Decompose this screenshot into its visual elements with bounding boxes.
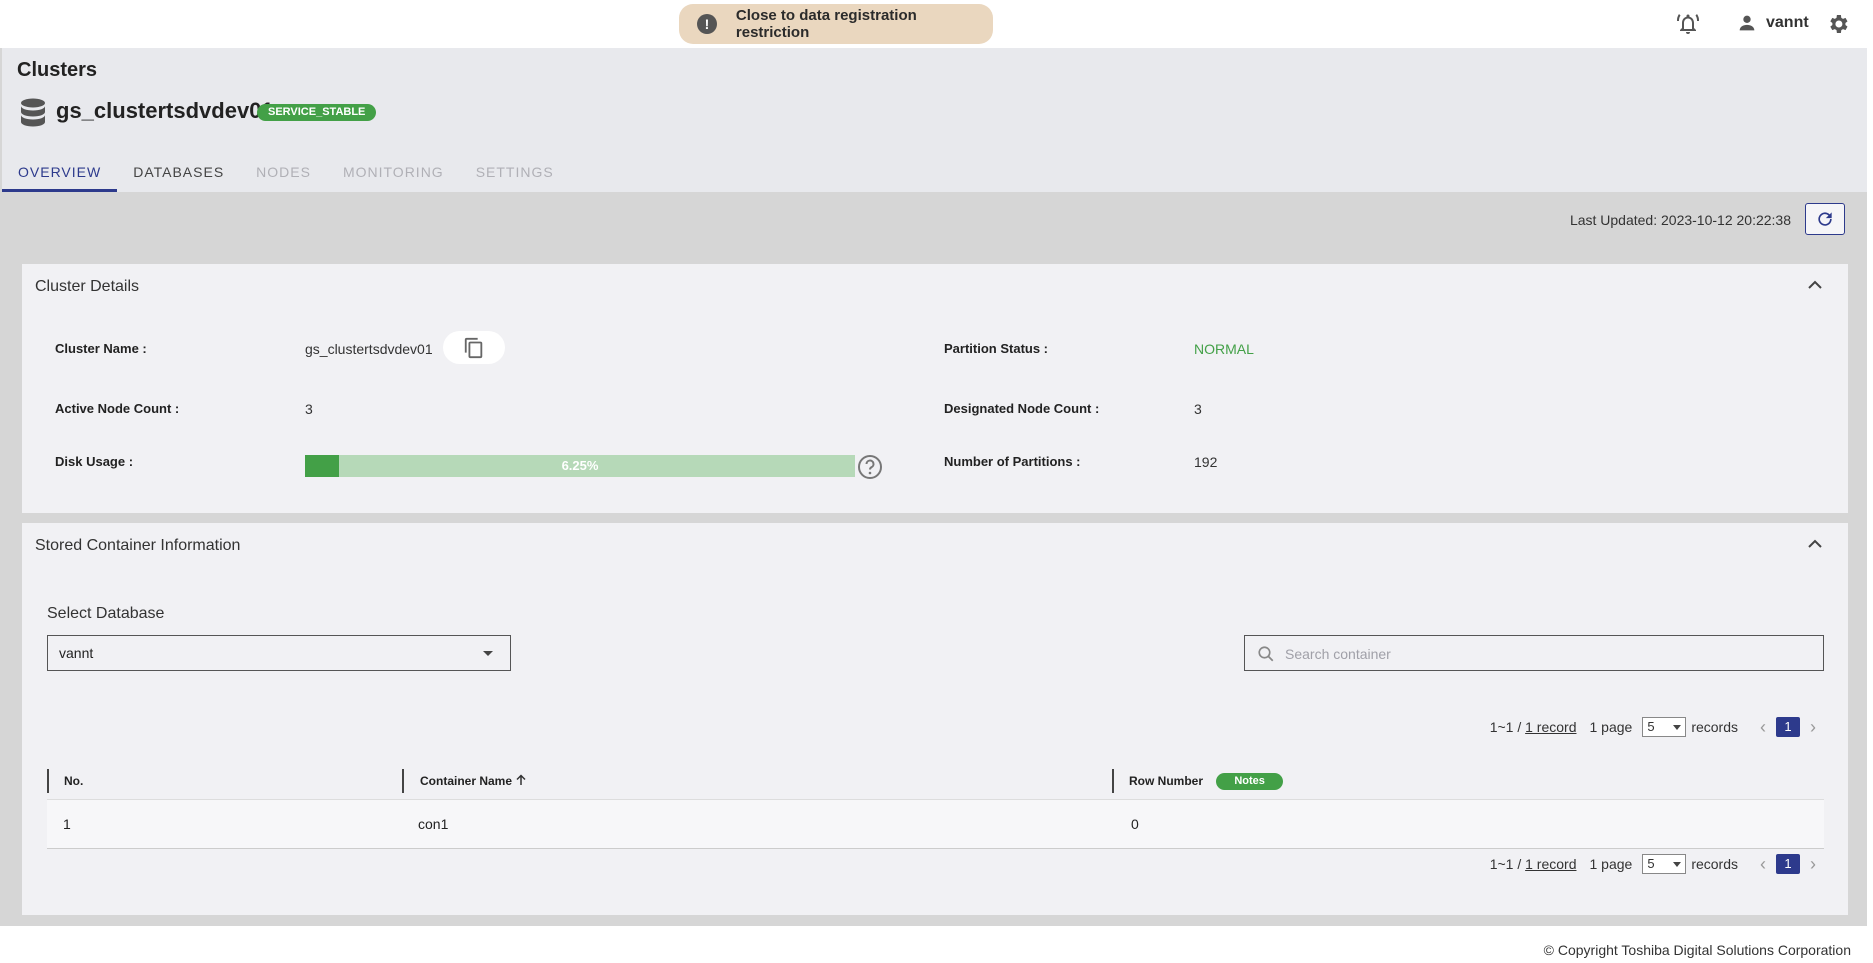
card-title: Cluster Details [35, 278, 140, 295]
help-icon[interactable] [857, 454, 883, 480]
cluster-name: gs_clustertsdvdev01 [56, 98, 274, 123]
tab-overview[interactable]: OVERVIEW [2, 152, 118, 192]
cell-row-number: 0 [1131, 816, 1139, 832]
chevron-up-icon[interactable] [1808, 280, 1822, 290]
search-container-input[interactable] [1283, 636, 1807, 672]
partitions-label: Number of Partitions : [944, 454, 1081, 469]
database-select-value: vannt [59, 645, 94, 661]
top-bar: ! Close to data registration restriction… [0, 0, 1873, 48]
column-divider [47, 769, 49, 793]
designated-node-count-value: 3 [1194, 401, 1202, 417]
column-divider[interactable] [402, 769, 404, 793]
chevron-left-icon[interactable]: ‹ [1760, 717, 1766, 738]
cluster-header: Clusters gs_clustertsdvdev01 SERVICE_STA… [0, 48, 1867, 192]
pager-range: 1~1 / [1489, 856, 1522, 872]
disk-usage-bar: 6.25% [305, 455, 855, 477]
cell-container-name[interactable]: con1 [418, 800, 448, 848]
active-node-count-label: Active Node Count : [55, 401, 180, 416]
caret-down-icon [483, 651, 493, 656]
copyright-text: © Copyright Toshiba Digital Solutions Co… [1543, 942, 1851, 958]
alert-text: Close to data registration restriction [735, 7, 917, 41]
page-number-button[interactable]: 1 [1776, 717, 1800, 737]
copy-icon [464, 337, 483, 358]
restriction-alert[interactable]: ! Close to data registration restriction [679, 4, 993, 44]
refresh-icon [1818, 212, 1832, 226]
tab-nodes[interactable]: NODES [240, 152, 327, 192]
footer: © Copyright Toshiba Digital Solutions Co… [0, 926, 1873, 963]
tab-databases[interactable]: DATABASES [117, 152, 240, 192]
database-icon [21, 98, 45, 127]
page-title: Clusters [17, 59, 98, 81]
search-icon [1258, 646, 1274, 662]
caret-down-icon [1673, 862, 1682, 867]
database-select[interactable]: vannt [47, 635, 511, 671]
pager-pages: 1 page [1589, 856, 1633, 872]
records-link[interactable]: 1 record [1525, 719, 1576, 735]
alert-exclamation-icon: ! [697, 14, 717, 34]
tab-monitoring[interactable]: MONITORING [327, 152, 460, 192]
pager-range: 1~1 / [1489, 719, 1522, 735]
main-content: Last Updated: 2023-10-12 20:22:38 Cluste… [0, 192, 1867, 926]
chevron-right-icon[interactable]: › [1810, 717, 1816, 738]
select-database-label: Select Database [47, 605, 165, 622]
card-title: Stored Container Information [35, 537, 241, 554]
notes-badge[interactable]: Notes [1216, 773, 1283, 791]
pager-pages: 1 page [1589, 719, 1633, 735]
partition-status-value: NORMAL [1194, 341, 1254, 357]
page-size-value: 5 [1647, 856, 1655, 871]
caret-down-icon [1673, 725, 1682, 730]
refresh-button[interactable] [1805, 203, 1845, 235]
copy-button[interactable] [443, 331, 505, 364]
chevron-left-icon[interactable]: ‹ [1760, 854, 1766, 875]
page-size-select[interactable]: 5 [1642, 854, 1687, 874]
user-name: vannt [1766, 14, 1809, 31]
page-size-select[interactable]: 5 [1642, 717, 1687, 737]
table-header: No. Container Name Row Number Notes [47, 763, 1824, 799]
pager-records-word: records [1691, 856, 1738, 872]
designated-node-count-label: Designated Node Count : [944, 401, 1100, 416]
sort-ascending-icon[interactable] [515, 774, 527, 786]
search-container-box[interactable] [1244, 635, 1824, 672]
column-container-name[interactable]: Container Name [420, 763, 527, 799]
user-menu[interactable]: vannt [1736, 12, 1809, 34]
column-no[interactable]: No. [64, 763, 83, 799]
page-number-button[interactable]: 1 [1776, 854, 1800, 874]
page-size-value: 5 [1647, 719, 1655, 734]
pagination-bottom: 1~1 / 1 record 1 page 5 records ‹ 1 › [1490, 853, 1826, 875]
container-table: No. Container Name Row Number Notes 1 co… [47, 763, 1824, 849]
tab-bar: OVERVIEW DATABASES NODES MONITORING SETT… [2, 152, 570, 192]
partitions-value: 192 [1194, 454, 1218, 470]
chevron-right-icon[interactable]: › [1810, 854, 1816, 875]
cluster-name-label: Cluster Name : [55, 341, 147, 356]
notification-bell-icon[interactable] [1676, 12, 1700, 36]
cluster-details-card: Cluster Details Cluster Name : gs_cluste… [22, 264, 1848, 513]
user-icon [1739, 15, 1755, 31]
chevron-up-icon[interactable] [1808, 539, 1822, 549]
partition-status-label: Partition Status : [944, 341, 1049, 356]
table-row[interactable]: 1 con1 0 [47, 799, 1824, 849]
column-row-number-label: Row Number [1129, 774, 1204, 788]
pager-records-word: records [1691, 719, 1738, 735]
status-badge: SERVICE_STABLE [257, 104, 377, 121]
pagination-top: 1~1 / 1 record 1 page 5 records ‹ 1 › [1490, 716, 1826, 738]
last-updated: Last Updated: 2023-10-12 20:22:38 [1569, 212, 1791, 228]
column-container-name-label: Container Name [420, 774, 513, 788]
active-node-count-value: 3 [305, 401, 313, 417]
gear-icon[interactable] [1826, 12, 1850, 36]
column-row-number[interactable]: Row Number Notes [1129, 763, 1283, 799]
cell-no: 1 [63, 816, 71, 832]
disk-usage-text: 6.25% [561, 458, 599, 473]
cluster-name-value: gs_clustertsdvdev01 [305, 341, 433, 357]
tab-settings[interactable]: SETTINGS [460, 152, 570, 192]
column-divider[interactable] [1112, 769, 1114, 793]
records-link[interactable]: 1 record [1525, 856, 1576, 872]
disk-usage-label: Disk Usage : [55, 454, 134, 469]
stored-container-card: Stored Container Information Select Data… [22, 523, 1848, 915]
